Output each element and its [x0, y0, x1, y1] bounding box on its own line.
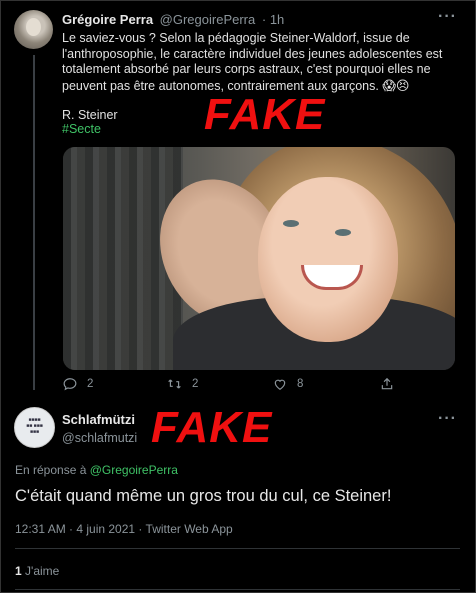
retweet-count: 2 [192, 378, 199, 390]
avatar-logo-icon: ■■■■ ■■ ■■■ ■■■ [26, 417, 43, 435]
like-count: 8 [297, 378, 304, 390]
author-name[interactable]: Grégoire Perra [62, 12, 153, 27]
author-name[interactable]: Schlafmützi [62, 412, 135, 427]
likes-count: 1 [15, 564, 22, 578]
tweet-text-line: Le saviez-vous ? Selon la pédagogie Stei… [62, 31, 410, 45]
avatar[interactable] [14, 10, 53, 49]
reply-prefix: En réponse à [15, 463, 87, 477]
author-handle[interactable]: @GregoirePerra [160, 12, 256, 27]
tweet-time[interactable]: · 1h [262, 12, 284, 27]
reply-button[interactable]: 2 [63, 377, 93, 391]
likes-summary[interactable]: 1 J'aime [15, 564, 59, 578]
divider [15, 548, 460, 549]
tweet-text: C'était quand même un gros trou du cul, … [15, 487, 392, 505]
reply-icon [63, 378, 77, 391]
emoji-icon: 😱😣 [382, 77, 410, 93]
reply-count: 2 [87, 378, 94, 390]
signature-text: R. Steiner [62, 108, 118, 122]
heart-icon [274, 379, 286, 390]
hashtag-link[interactable]: #Secte [62, 122, 101, 136]
share-button[interactable] [380, 377, 394, 391]
fake-stamp: FAKE [151, 403, 273, 452]
tweet-photo[interactable] [63, 147, 455, 370]
retweet-icon [168, 379, 181, 389]
tweet-header: Grégoire Perra @GregoirePerra · 1h [62, 12, 284, 27]
retweet-button[interactable]: 2 [167, 377, 198, 391]
tweet-text-line: l'anthroposophie, le caractère individue… [62, 46, 443, 61]
avatar[interactable]: ■■■■ ■■ ■■■ ■■■ [14, 407, 55, 448]
divider [15, 589, 460, 590]
more-options-icon[interactable]: ··· [438, 8, 457, 26]
tweet-text: Le saviez-vous ? Selon la pédagogie Stei… [62, 31, 462, 94]
author-handle[interactable]: @schlafmutzi [62, 431, 137, 445]
thread-connector-line [33, 55, 35, 390]
fake-stamp: FAKE [204, 90, 326, 139]
reply-context: En réponse à @GregoirePerra [15, 463, 178, 477]
like-button[interactable]: 8 [273, 377, 303, 391]
tweet-text-line: totalement absorbé par leurs corps astra… [62, 62, 431, 76]
reply-handle-link[interactable]: @GregoirePerra [90, 463, 178, 477]
share-icon [381, 377, 393, 390]
likes-label: J'aime [25, 564, 60, 578]
tweet-timestamp[interactable]: 12:31 AM · 4 juin 2021 · Twitter Web App [15, 522, 233, 536]
more-options-icon[interactable]: ··· [438, 410, 457, 428]
